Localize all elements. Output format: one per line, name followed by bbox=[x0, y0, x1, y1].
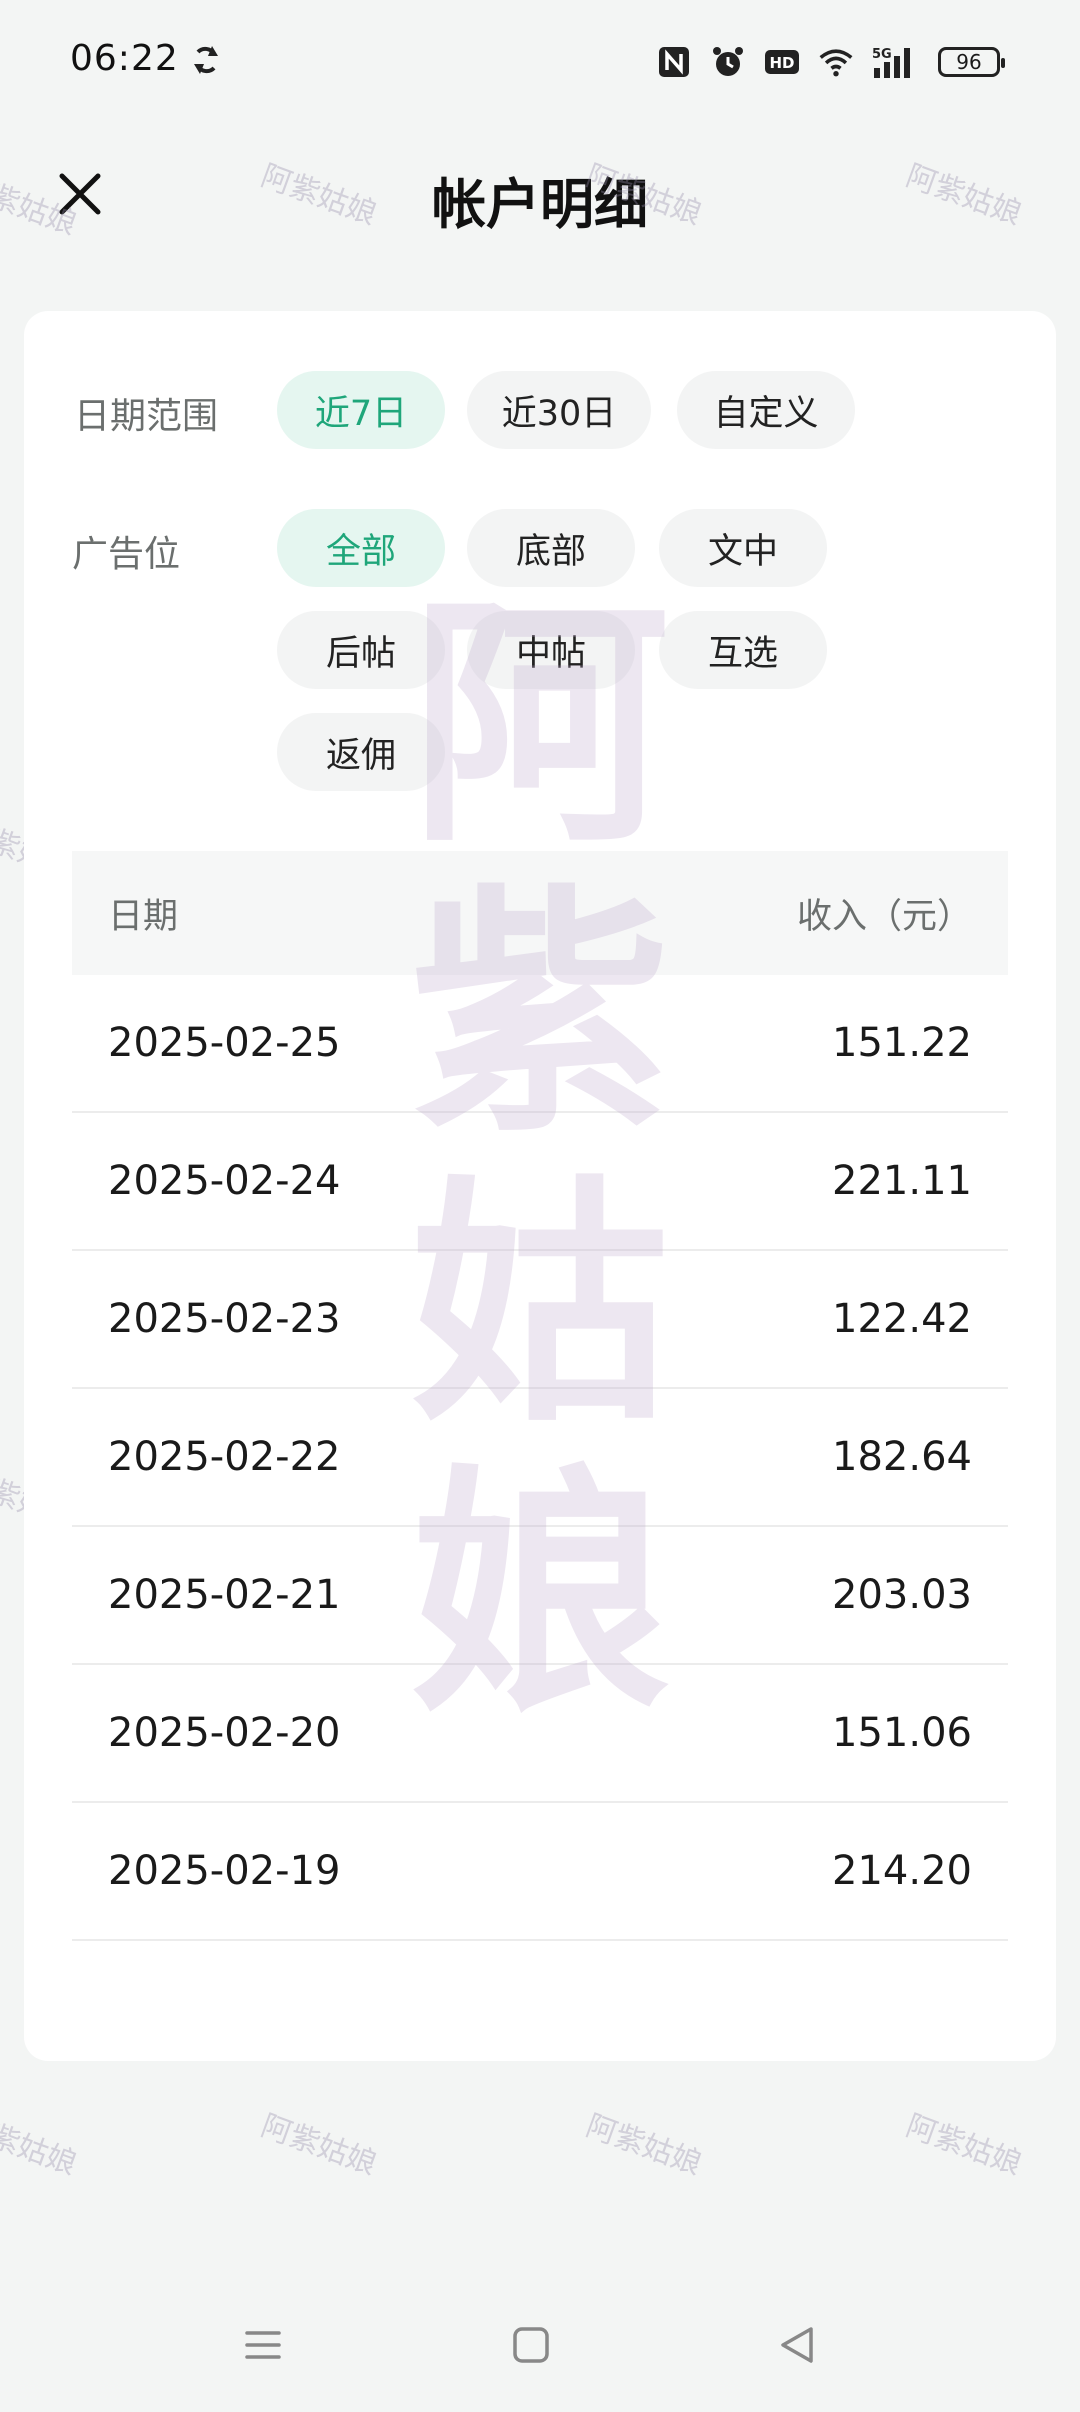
income-table: 日期 收入（元） 2025-02-25 151.22 2025-02-24 22… bbox=[72, 851, 1008, 1941]
table-row: 2025-02-24 221.11 bbox=[72, 1113, 1008, 1251]
table-row: 2025-02-25 151.22 bbox=[72, 975, 1008, 1113]
ad-chip-bottom[interactable]: 底部 bbox=[467, 509, 635, 587]
date-range-label: 日期范围 bbox=[74, 396, 219, 437]
row-date: 2025-02-24 bbox=[108, 1158, 341, 1204]
column-date: 日期 bbox=[108, 896, 179, 937]
home-square-icon bbox=[513, 2327, 549, 2363]
back-triangle-icon bbox=[781, 2327, 813, 2363]
page-title: 帐户明细 bbox=[432, 173, 648, 236]
nfc-icon bbox=[659, 47, 689, 77]
watermark-text: 阿紫姑娘 bbox=[581, 2108, 707, 2183]
status-time: 06:22 bbox=[70, 38, 179, 79]
home-nav-button[interactable] bbox=[496, 2310, 566, 2380]
row-date: 2025-02-20 bbox=[108, 1710, 341, 1756]
svg-text:HD: HD bbox=[769, 54, 794, 72]
row-date: 2025-02-22 bbox=[108, 1434, 341, 1480]
back-nav-button[interactable] bbox=[762, 2310, 832, 2380]
ad-position-label: 广告位 bbox=[72, 534, 181, 575]
row-income: 182.64 bbox=[832, 1434, 972, 1480]
battery-icon: 96 bbox=[938, 47, 1005, 77]
row-income: 214.20 bbox=[832, 1848, 972, 1894]
row-date: 2025-02-21 bbox=[108, 1572, 341, 1618]
row-date: 2025-02-25 bbox=[108, 1020, 341, 1066]
header: 帐户明细 bbox=[0, 140, 1080, 250]
row-income: 203.03 bbox=[832, 1572, 972, 1618]
battery-level: 96 bbox=[956, 50, 982, 74]
row-date: 2025-02-23 bbox=[108, 1296, 341, 1342]
hd-icon: HD bbox=[765, 50, 799, 74]
wifi-icon bbox=[819, 49, 853, 77]
ad-chip-back-post[interactable]: 后帖 bbox=[277, 611, 445, 689]
ad-chip-mutual-select[interactable]: 互选 bbox=[659, 611, 827, 689]
ad-chip-all[interactable]: 全部 bbox=[277, 509, 445, 587]
row-income: 151.22 bbox=[832, 1020, 972, 1066]
date-chip-custom[interactable]: 自定义 bbox=[677, 371, 855, 449]
row-income: 151.06 bbox=[832, 1710, 972, 1756]
row-income: 122.42 bbox=[832, 1296, 972, 1342]
menu-icon bbox=[245, 2331, 281, 2359]
table-row: 2025-02-20 151.06 bbox=[72, 1665, 1008, 1803]
date-chip-30days[interactable]: 近30日 bbox=[467, 371, 651, 449]
system-nav-bar bbox=[0, 2290, 1080, 2400]
sync-icon bbox=[194, 46, 218, 74]
table-row: 2025-02-19 214.20 bbox=[72, 1803, 1008, 1941]
column-income: 收入（元） bbox=[796, 896, 972, 937]
5g-signal-icon: 5G bbox=[872, 47, 910, 78]
table-header: 日期 收入（元） bbox=[72, 851, 1008, 975]
row-income: 221.11 bbox=[832, 1158, 972, 1204]
date-chip-7days[interactable]: 近7日 bbox=[277, 371, 445, 449]
svg-text:5G: 5G bbox=[872, 47, 892, 62]
watermark-text: 阿紫姑娘 bbox=[901, 2108, 1027, 2183]
table-row: 2025-02-22 182.64 bbox=[72, 1389, 1008, 1527]
ad-chip-rebate[interactable]: 返佣 bbox=[277, 713, 445, 791]
row-date: 2025-02-19 bbox=[108, 1848, 341, 1894]
table-row: 2025-02-21 203.03 bbox=[72, 1527, 1008, 1665]
watermark-text: 阿紫姑娘 bbox=[256, 2108, 382, 2183]
ad-chip-mid-post[interactable]: 中帖 bbox=[467, 611, 635, 689]
table-row: 2025-02-23 122.42 bbox=[72, 1251, 1008, 1389]
account-detail-card: 日期范围 近7日 近30日 自定义 广告位 全部 底部 文中 后帖 中帖 互选 … bbox=[24, 311, 1056, 2061]
menu-nav-button[interactable] bbox=[228, 2310, 298, 2380]
alarm-icon bbox=[713, 47, 743, 76]
status-bar: 06:22 HD 5G 96 bbox=[0, 0, 1080, 120]
watermark-text: 阿紫姑娘 bbox=[0, 2108, 82, 2183]
ad-chip-in-article[interactable]: 文中 bbox=[659, 509, 827, 587]
